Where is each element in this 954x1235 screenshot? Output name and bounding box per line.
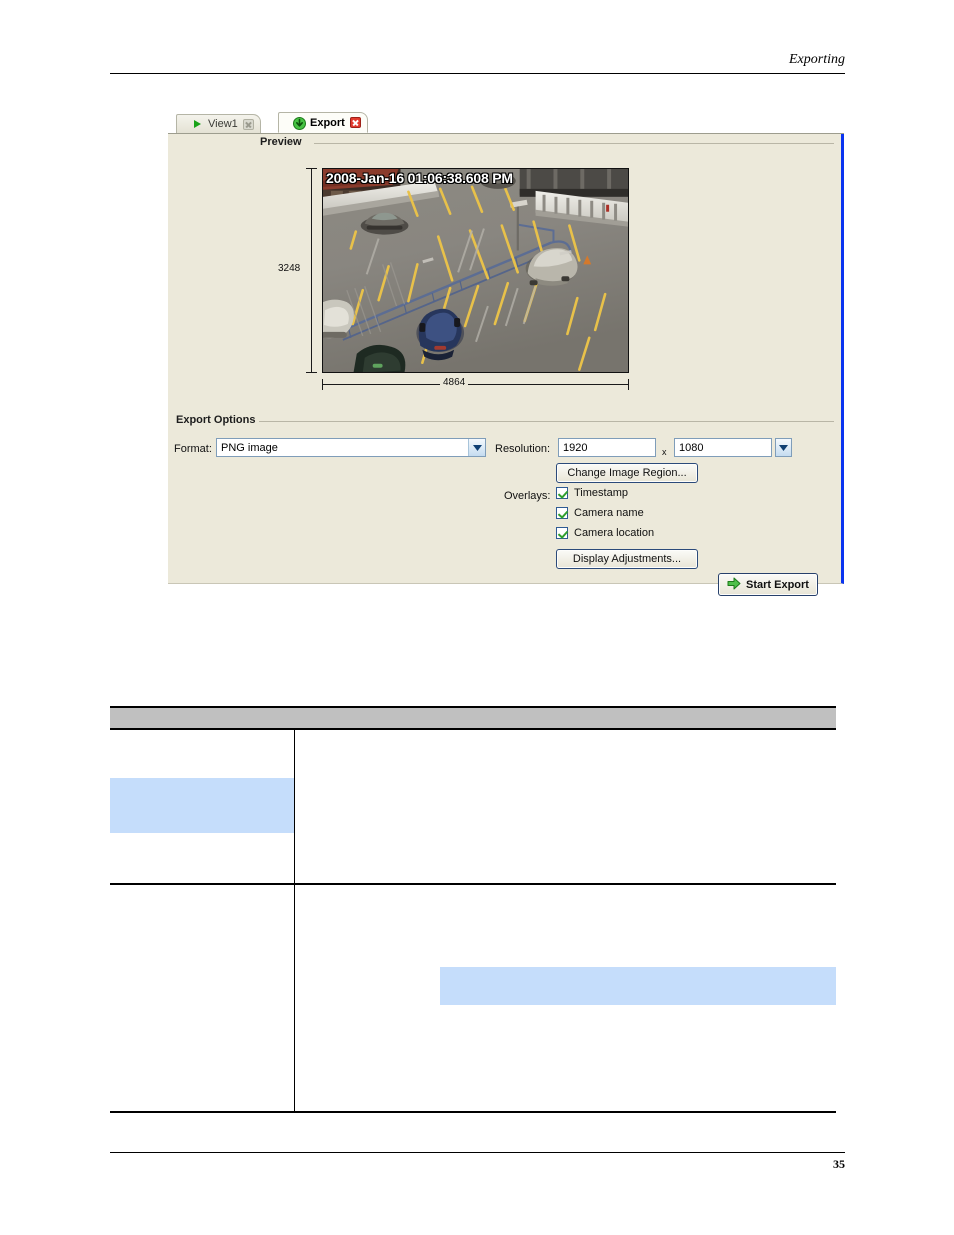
- green-right-arrow-icon: [727, 577, 741, 593]
- reference-table: [110, 706, 836, 1113]
- format-label: Format:: [174, 443, 212, 455]
- display-adjustments-button[interactable]: Display Adjustments...: [556, 549, 698, 569]
- export-options-group-rule: [258, 421, 834, 422]
- table-header-cell-left: [110, 706, 294, 730]
- tab-export-close-icon[interactable]: [349, 117, 361, 128]
- resolution-width-value: 1920: [563, 441, 588, 454]
- highlight-block-right: [439, 967, 836, 1005]
- tab-view1-label: View1: [208, 118, 238, 130]
- overlay-camera-name-label: Camera name: [574, 507, 644, 519]
- display-adjustments-label: Display Adjustments...: [572, 553, 682, 565]
- document-header-rule: [110, 73, 845, 74]
- preview-image[interactable]: 2008-Jan-16 01:06:38.608 PM: [322, 168, 629, 373]
- export-panel-body: Preview 3248 2008-Jan-16 01:06:38.608 PM…: [168, 134, 844, 596]
- camera-scene-graphic: [323, 169, 628, 372]
- change-image-region-label: Change Image Region...: [567, 467, 687, 479]
- tab-view1-close-icon[interactable]: [242, 118, 254, 130]
- preview-height-guide: [306, 168, 317, 373]
- overlay-timestamp-checkbox-row[interactable]: Timestamp: [556, 487, 628, 499]
- table-cell-right-1: [293, 729, 836, 885]
- table-header-cell-right: [294, 706, 836, 730]
- table-cell-left-1: [110, 729, 294, 885]
- table-row: [110, 884, 836, 1113]
- resolution-preset-chevron-down-icon[interactable]: [775, 438, 792, 457]
- overlay-camera-location-label: Camera location: [574, 527, 655, 539]
- resolution-separator: x: [662, 447, 667, 457]
- export-options-group-label: Export Options: [172, 414, 260, 426]
- highlight-block-left: [110, 778, 294, 833]
- change-image-region-button[interactable]: Change Image Region...: [556, 463, 698, 483]
- preview-group-rule: [314, 143, 834, 144]
- download-arrow-icon: [293, 116, 306, 130]
- overlay-camera-name-checkbox-row[interactable]: Camera name: [556, 507, 644, 519]
- preview-group-label: Preview: [256, 136, 306, 148]
- preview-height-label: 3248: [278, 262, 301, 275]
- overlay-timestamp-checkbox[interactable]: [556, 487, 568, 499]
- format-select-value: PNG image: [221, 441, 278, 454]
- overlays-label: Overlays:: [504, 490, 551, 502]
- format-select[interactable]: PNG image: [216, 438, 486, 457]
- table-row: [110, 729, 836, 885]
- page-number: 35: [833, 1157, 845, 1171]
- export-application-panel: View1 Export Preview 3248 2008-Jan-16 01…: [168, 112, 844, 596]
- tab-view1[interactable]: View1: [176, 114, 261, 133]
- chevron-down-icon[interactable]: [468, 439, 485, 456]
- table-cell-right-2: [293, 884, 836, 1113]
- preview-area: 3248 2008-Jan-16 01:06:38.608 PM 4864: [278, 168, 629, 390]
- document-header-title: Exporting: [789, 52, 845, 67]
- tab-strip: View1 Export: [168, 112, 844, 134]
- overlay-camera-name-checkbox[interactable]: [556, 507, 568, 519]
- start-export-label: Start Export: [746, 578, 809, 591]
- document-footer: 35: [110, 1152, 845, 1172]
- preview-width-label: 4864: [440, 377, 469, 388]
- resolution-label: Resolution:: [495, 443, 551, 455]
- table-cell-left-2: [110, 884, 294, 1113]
- timestamp-overlay: 2008-Jan-16 01:06:38.608 PM: [326, 170, 513, 186]
- play-triangle-icon: [191, 118, 203, 130]
- overlay-camera-location-checkbox-row[interactable]: Camera location: [556, 527, 654, 539]
- preview-width-guide: [322, 379, 629, 390]
- resolution-height-value: 1080: [679, 441, 704, 454]
- document-header: Exporting: [110, 52, 845, 74]
- tab-export[interactable]: Export: [278, 112, 368, 133]
- start-export-button[interactable]: Start Export: [718, 573, 818, 596]
- resolution-width-input[interactable]: 1920: [558, 438, 656, 457]
- overlay-camera-location-checkbox[interactable]: [556, 527, 568, 539]
- overlay-timestamp-label: Timestamp: [574, 487, 628, 499]
- tab-export-label: Export: [310, 116, 345, 129]
- table-header-row: [110, 706, 836, 730]
- resolution-height-input[interactable]: 1080: [674, 438, 772, 457]
